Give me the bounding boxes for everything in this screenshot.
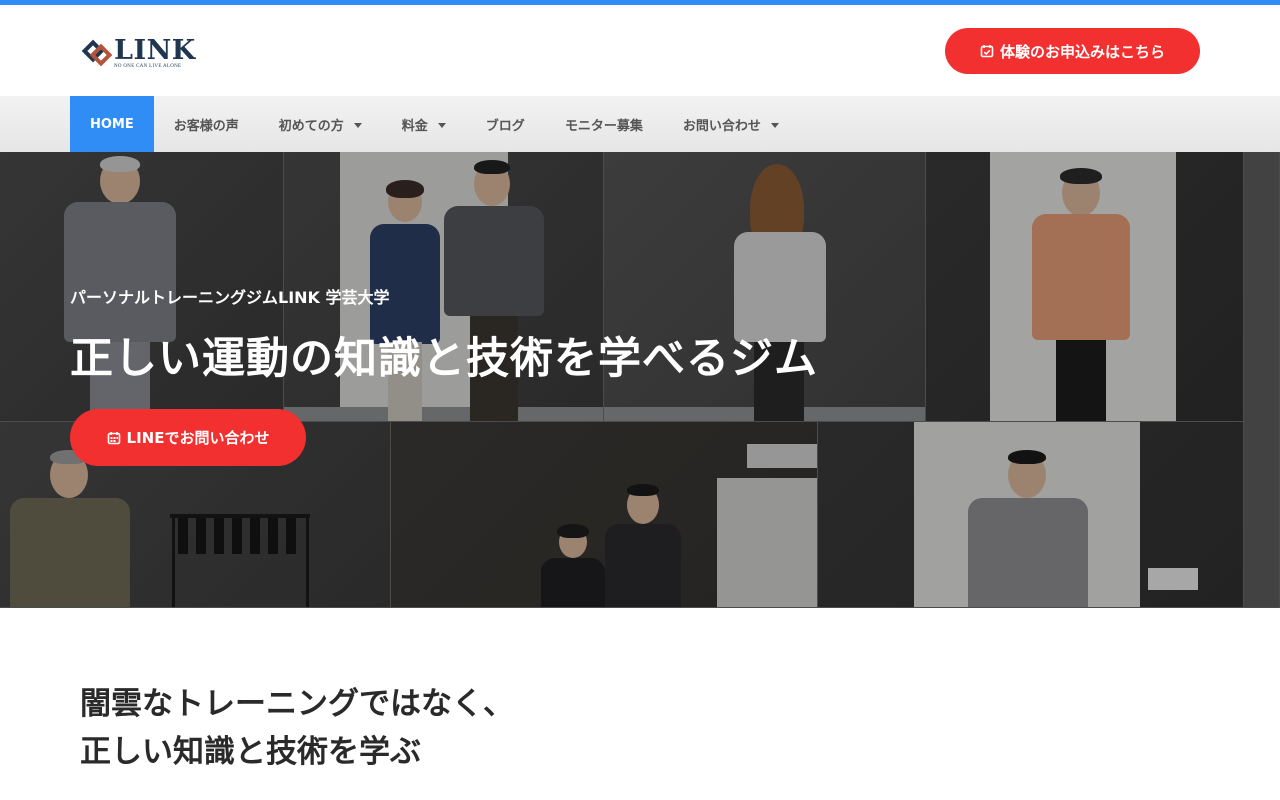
intro-section: 闇雲なトレーニングではなく、 正しい知識と技術を学ぶ	[0, 608, 1280, 800]
intro-heading: 闇雲なトレーニングではなく、 正しい知識と技術を学ぶ	[80, 680, 514, 776]
nav-item-label: お客様の声	[173, 118, 239, 134]
nav-item-label: 料金	[401, 118, 428, 134]
trial-signup-label: 体験のお申込みはこちら	[999, 42, 1165, 61]
nav-item-home[interactable]: HOME	[70, 96, 154, 152]
hero-section: パーソナルトレーニングジムLINK 学芸大学 正しい運動の知識と技術を学べるジム…	[0, 152, 1280, 608]
nav-item-label: モニター募集	[564, 118, 643, 134]
caret-down-icon	[353, 122, 362, 128]
nav-item-contact[interactable]: お問い合わせ	[663, 96, 799, 152]
nav-item-testimonials[interactable]: お客様の声	[154, 96, 259, 152]
logo-mark-icon	[81, 38, 113, 68]
hero-title: 正しい運動の知識と技術を学べるジム	[70, 334, 818, 384]
trial-signup-button[interactable]: 体験のお申込みはこちら	[945, 28, 1200, 74]
line-contact-button[interactable]: LINEでお問い合わせ	[70, 409, 306, 466]
calendar-check-icon	[980, 44, 994, 58]
caret-down-icon	[437, 122, 446, 128]
nav-item-blog[interactable]: ブログ	[466, 96, 545, 152]
site-logo[interactable]: LINK NO ONE CAN LIVE ALONE	[81, 33, 202, 73]
hero-subtitle: パーソナルトレーニングジムLINK 学芸大学	[70, 288, 390, 307]
nav-item-monitor[interactable]: モニター募集	[545, 96, 663, 152]
logo-wordmark: LINK	[114, 34, 196, 66]
intro-heading-line-2: 正しい知識と技術を学ぶ	[80, 734, 421, 770]
nav-item-label: お問い合わせ	[682, 118, 761, 134]
caret-down-icon	[770, 122, 779, 128]
main-nav: HOME お客様の声 初めての方 料金 ブログ モニター募集 お問い合わせ	[0, 96, 1280, 152]
nav-item-pricing[interactable]: 料金	[382, 96, 466, 152]
site-header: LINK NO ONE CAN LIVE ALONE 体験のお申込みはこちら	[0, 5, 1280, 96]
intro-heading-line-1: 闇雲なトレーニングではなく、	[80, 686, 514, 722]
calendar-icon	[107, 431, 121, 445]
logo-tagline: NO ONE CAN LIVE ALONE	[114, 63, 182, 69]
nav-item-label: HOME	[90, 116, 134, 132]
line-contact-label: LINEでお問い合わせ	[126, 429, 270, 447]
nav-item-first-time[interactable]: 初めての方	[259, 96, 382, 152]
nav-item-label: ブログ	[485, 118, 525, 134]
nav-item-label: 初めての方	[278, 118, 344, 134]
